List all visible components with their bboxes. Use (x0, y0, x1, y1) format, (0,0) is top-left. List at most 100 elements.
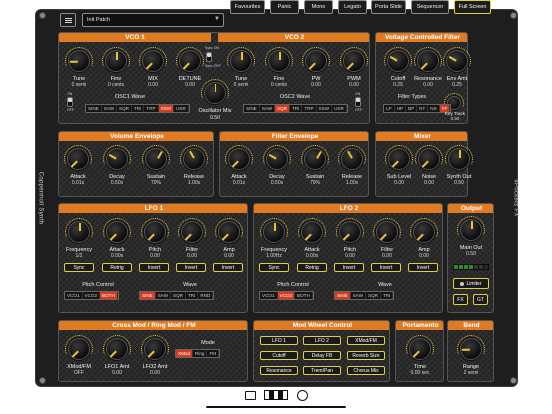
crossmod-mode-option-fm[interactable]: FM (207, 350, 220, 357)
lfo2-amp-invert-button[interactable]: Invert (408, 263, 438, 272)
lfo1-wave-option-rnd[interactable]: RND (198, 292, 214, 299)
crossmod-lfo1-amt-knob[interactable] (106, 338, 128, 360)
lfo2-attack-knob[interactable] (301, 221, 323, 243)
vcf-env-amt-knob[interactable] (446, 50, 468, 72)
filter-type-option-bp[interactable]: BP (406, 105, 418, 112)
lfo1-amp-knob[interactable] (218, 221, 240, 243)
lfo1-sync-button[interactable]: Sync (64, 263, 94, 272)
fx-button[interactable]: FX (453, 294, 468, 305)
vco2-on-toggle[interactable] (355, 97, 361, 107)
vol-sustain-knob[interactable] (145, 148, 167, 170)
vco2-pwm-knob[interactable] (343, 50, 365, 72)
vco1-detune-knob[interactable] (179, 50, 201, 72)
mixer-noise-knob[interactable] (418, 148, 440, 170)
panic-button[interactable]: Panic (270, 0, 299, 14)
lfo2-filter-invert-button[interactable]: Invert (371, 263, 401, 272)
lfo1-filter-invert-button[interactable]: Invert (176, 263, 206, 272)
vcf-cutoff-knob[interactable] (387, 50, 409, 72)
osc2-wave-option-saw[interactable]: SAW (260, 105, 276, 112)
crossmod-lfo2-amt-knob[interactable] (144, 338, 166, 360)
mono-button[interactable]: Mono (304, 0, 333, 14)
modwheel-lfo-1-button[interactable]: LFO 1 (260, 336, 298, 345)
modwheel-delay-fb-button[interactable]: Delay FB (303, 351, 341, 360)
vco2-pw-knob[interactable] (305, 50, 327, 72)
osc1-wave-option-tri[interactable]: TRI (132, 105, 145, 112)
lfo1-pitch-invert-button[interactable]: Invert (139, 263, 169, 272)
lfo2-pitch-option-vco1[interactable]: VCO1 (260, 292, 278, 299)
osc2-wave-option-usr[interactable]: USR (332, 105, 347, 112)
modwheel-lfo-2-button[interactable]: LFO 2 (303, 336, 341, 345)
lfo1-wave-option-sine[interactable]: SINE (140, 292, 156, 299)
vol-decay-knob[interactable] (106, 148, 128, 170)
mixer-synth-out-knob[interactable] (448, 148, 470, 170)
modwheel-xmod-fm-button[interactable]: XMod/FM (347, 336, 385, 345)
lfo2-frequency-knob[interactable] (263, 221, 285, 243)
lfo2-wave-selector[interactable]: SINE SAW SQR TRI (334, 291, 395, 300)
osc1-wave-option-sqr[interactable]: SQR (117, 105, 132, 112)
lfo1-pitch-option-vco1[interactable]: VCO1 (65, 292, 83, 299)
lfo2-retrig-button[interactable]: Retrig (297, 263, 327, 272)
lfo2-amp-knob[interactable] (413, 221, 435, 243)
vco1-mix-knob[interactable] (142, 50, 164, 72)
keyboard-icon[interactable] (264, 390, 288, 400)
sequencer-button[interactable]: Sequencer (411, 0, 449, 14)
bend-range-knob[interactable] (460, 338, 482, 360)
filter-type-option-hp[interactable]: HP (395, 105, 407, 112)
osc2-wave-option-trp[interactable]: TRP (302, 105, 317, 112)
vco1-tune-knob[interactable] (68, 50, 90, 72)
osc2-wave-option-ssw[interactable]: SSW (317, 105, 333, 112)
output-main-out-knob[interactable] (460, 219, 482, 241)
lfo1-wave-option-sqr[interactable]: SQR (171, 292, 186, 299)
vco2-tune-knob[interactable] (230, 50, 252, 72)
midi-icon[interactable] (297, 390, 308, 401)
porta-slide-button[interactable]: Porta Slide (371, 0, 406, 14)
lfo1-amp-invert-button[interactable]: Invert (213, 263, 243, 272)
osc1-wave-option-trp[interactable]: TRP (144, 105, 159, 112)
lfo1-wave-option-saw[interactable]: SAW (156, 292, 172, 299)
vco2-fine-knob[interactable] (268, 50, 290, 72)
crossmod-mode-option-xmod[interactable]: XMod (176, 350, 194, 357)
modwheel-reverb-size-button[interactable]: Reverb Size (347, 351, 385, 360)
lfo2-wave-option-tri[interactable]: TRI (381, 292, 394, 299)
vol-attack-knob[interactable] (67, 148, 89, 170)
filt-sustain-knob[interactable] (304, 148, 326, 170)
legato-button[interactable]: Legato (338, 0, 367, 14)
osc2-wave-selector[interactable]: SINE SAW SQR TRI TRP SSW USR (243, 104, 348, 113)
osc1-wave-selector[interactable]: SINE SAW SQR TRI TRP SSW USR (85, 104, 190, 113)
crossmod-mode-selector[interactable]: XMod Ring FM (175, 349, 221, 358)
filter-type-option-lp[interactable]: LP (384, 105, 395, 112)
lfo1-retrig-button[interactable]: Retrig (102, 263, 132, 272)
modwheel-cutoff-button[interactable]: Cutoff (260, 351, 298, 360)
filt-decay-knob[interactable] (266, 148, 288, 170)
lfo1-filter-knob[interactable] (181, 221, 203, 243)
crossmod-xmod-fm-knob[interactable] (68, 338, 90, 360)
osc2-wave-option-tri[interactable]: TRI (290, 105, 303, 112)
modwheel-trem-pan-button[interactable]: Trem/Pan (303, 366, 341, 375)
folder-icon[interactable] (245, 391, 256, 400)
vco1-on-toggle[interactable] (67, 97, 73, 107)
vcf-resonance-knob[interactable] (417, 50, 439, 72)
osc1-wave-option-ssw[interactable]: SSW (158, 105, 175, 112)
full-screen-button[interactable]: Full Screen (454, 0, 491, 14)
patch-selector[interactable]: Init Patch ▼ (82, 13, 224, 27)
lfo2-pitch-knob[interactable] (339, 221, 361, 243)
osc1-wave-option-saw[interactable]: SAW (102, 105, 118, 112)
lfo2-pitch-option-vco2[interactable]: VCO2 (277, 292, 296, 299)
lfo2-pitch-invert-button[interactable]: Invert (334, 263, 364, 272)
modwheel-resonance-button[interactable]: Resonance (260, 366, 298, 375)
lfo1-wave-selector[interactable]: SINE SAW SQR TRI RND (139, 291, 215, 300)
filter-type-option-nt[interactable]: NT (417, 105, 429, 112)
osc2-wave-option-sqr[interactable]: SQR (275, 105, 290, 112)
modwheel-chorus-mix-button[interactable]: Chorus Mix (347, 366, 385, 375)
filt-attack-knob[interactable] (228, 148, 250, 170)
osc1-wave-option-usr[interactable]: USR (174, 105, 189, 112)
lfo1-pitch-knob[interactable] (144, 221, 166, 243)
lfo2-wave-option-sqr[interactable]: SQR (366, 292, 381, 299)
lfo2-sync-button[interactable]: Sync (259, 263, 289, 272)
portamento-time-knob[interactable] (409, 338, 431, 360)
lfo1-pitch-control-selector[interactable]: VCO1 VCO2 BOTH (64, 291, 119, 300)
lfo2-filter-knob[interactable] (376, 221, 398, 243)
sync-toggle[interactable] (206, 52, 212, 62)
lfo1-frequency-knob[interactable] (68, 221, 90, 243)
lfo2-wave-option-sine[interactable]: SINE (335, 292, 351, 299)
